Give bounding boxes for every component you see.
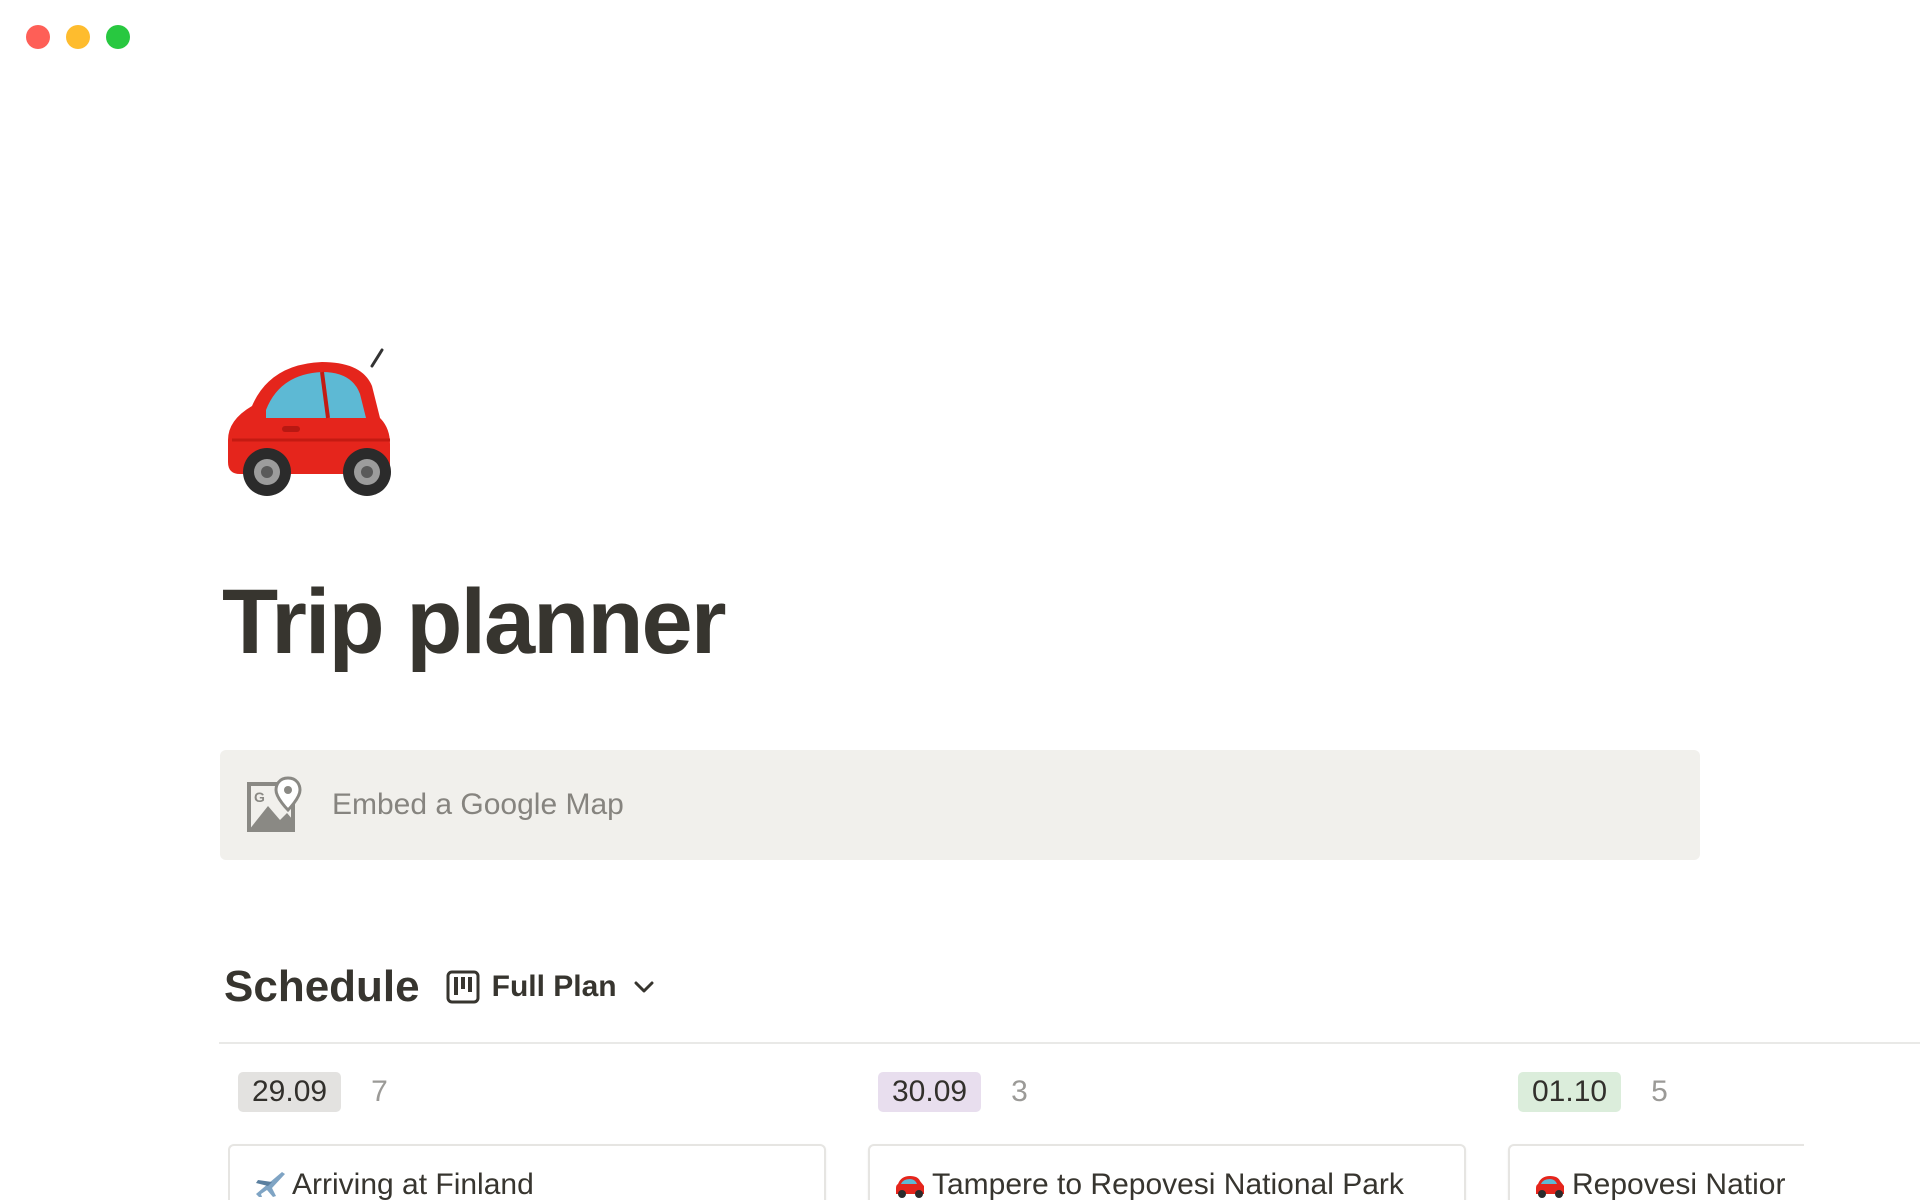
card-count: 5	[1651, 1075, 1668, 1108]
board: 29.09 7 Arriving at Finland 30.09 3 Tamp…	[228, 1070, 1804, 1200]
divider	[219, 1042, 1920, 1044]
column-header: 29.09 7	[238, 1070, 826, 1114]
board-column: 29.09 7 Arriving at Finland	[228, 1070, 826, 1200]
board-card[interactable]: Repovesi Natior	[1508, 1144, 1804, 1200]
google-maps-icon: G	[247, 776, 302, 832]
date-tag[interactable]: 29.09	[238, 1072, 342, 1112]
view-switcher[interactable]: Full Plan	[446, 970, 655, 1004]
card-title: Repovesi Natior	[1572, 1168, 1786, 1200]
window-controls	[26, 25, 130, 49]
chevron-down-icon	[634, 981, 654, 993]
red-car-icon	[896, 1176, 924, 1198]
schedule-title[interactable]: Schedule	[224, 962, 420, 1012]
board-column: 30.09 3 Tampere to Repovesi National Par…	[868, 1070, 1466, 1200]
embed-google-map-block[interactable]: G Embed a Google Map	[220, 750, 1700, 860]
svg-text:G: G	[254, 789, 265, 805]
view-label: Full Plan	[491, 970, 617, 1003]
column-header: 01.10 5	[1518, 1070, 1804, 1114]
notion-window: Trip planner G Embed a Google Map Schedu…	[0, 0, 1920, 1200]
airplane-icon	[256, 1172, 285, 1197]
close-window-button[interactable]	[26, 25, 50, 49]
schedule-header: Schedule Full Plan	[224, 962, 655, 1012]
page-title[interactable]: Trip planner	[222, 571, 727, 673]
minimize-window-button[interactable]	[66, 25, 90, 49]
date-tag[interactable]: 01.10	[1518, 1072, 1622, 1112]
card-title: Tampere to Repovesi National Park	[932, 1168, 1404, 1200]
board-view-icon	[446, 970, 480, 1004]
red-car-icon[interactable]	[222, 336, 412, 496]
board-card[interactable]: Arriving at Finland	[228, 1144, 826, 1200]
zoom-window-button[interactable]	[106, 25, 130, 49]
board-column: 01.10 5 Repovesi Natior	[1508, 1070, 1804, 1200]
column-header: 30.09 3	[878, 1070, 1466, 1114]
embed-label: Embed a Google Map	[332, 788, 624, 821]
board-card[interactable]: Tampere to Repovesi National Park	[868, 1144, 1466, 1200]
card-count: 7	[371, 1075, 388, 1108]
card-title: Arriving at Finland	[292, 1168, 534, 1200]
red-car-icon	[1536, 1176, 1564, 1198]
card-count: 3	[1011, 1075, 1028, 1108]
date-tag[interactable]: 30.09	[878, 1072, 982, 1112]
